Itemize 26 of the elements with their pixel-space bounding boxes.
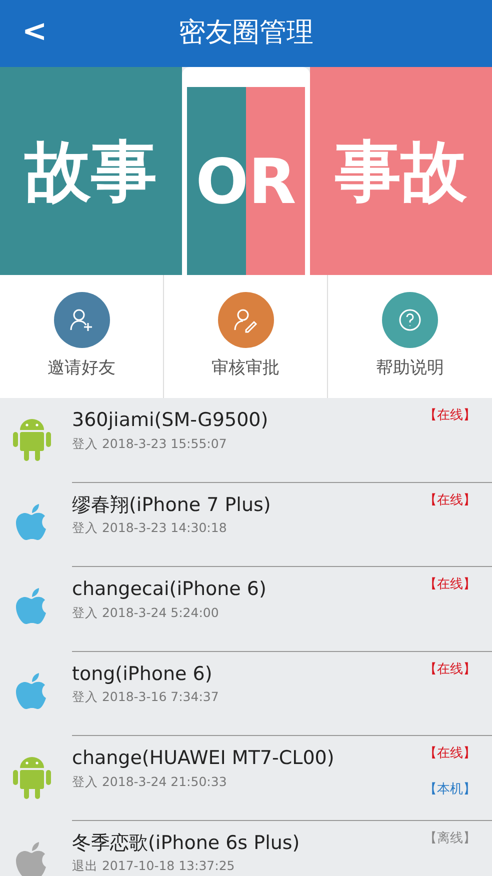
action-label[interactable]: 审核审批 bbox=[212, 356, 280, 382]
device-name: tong(iPhone 6) bbox=[72, 662, 214, 686]
login-time: 登入 2018-3-23 15:55:07 bbox=[72, 434, 228, 452]
login-time: 登入 2018-3-23 14:30:18 bbox=[72, 519, 228, 537]
action-label[interactable]: 邀请好友 bbox=[48, 356, 116, 382]
page-title: 密友圈管理 bbox=[178, 16, 314, 50]
online-status: 【在线】 bbox=[424, 660, 476, 678]
online-status: 【离线】 bbox=[424, 830, 476, 848]
device-name: 缪春翔(iPhone 7 Plus) bbox=[72, 492, 272, 518]
online-status: 【在线】 bbox=[424, 745, 476, 763]
current-device-tag: 【本机】 bbox=[424, 780, 476, 799]
device-name: changecai(iPhone 6) bbox=[72, 577, 268, 602]
device-name: 冬季恋歌(iPhone 6s Plus) bbox=[72, 830, 301, 856]
online-status: 【在线】 bbox=[424, 492, 476, 510]
banner-text: 事故 bbox=[335, 132, 467, 212]
back-button[interactable]: < bbox=[16, 12, 54, 52]
online-status: 【在线】 bbox=[424, 576, 476, 594]
device-name: change(HUAWEI MT7-CL00) bbox=[72, 746, 336, 771]
login-time: 登入 2018-3-24 21:50:33 bbox=[72, 772, 228, 790]
device-name: 360jiami(SM-G9500) bbox=[72, 408, 270, 433]
action-label[interactable]: 帮助说明 bbox=[376, 356, 444, 382]
login-time: 登入 2018-3-24 5:24:00 bbox=[72, 604, 220, 622]
banner-text: 故事 bbox=[25, 132, 157, 212]
login-time: 登入 2018-3-16 7:34:37 bbox=[72, 688, 220, 706]
login-time: 退出 2017-10-18 13:37:25 bbox=[72, 857, 236, 875]
online-status: 【在线】 bbox=[424, 407, 476, 425]
